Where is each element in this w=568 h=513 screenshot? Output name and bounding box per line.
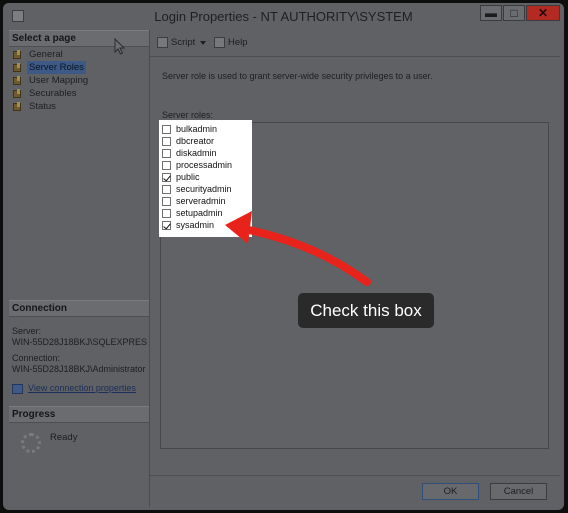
toolbar: Script Help — [150, 30, 560, 57]
role-item-bulkadmin[interactable]: bulkadmin — [162, 123, 252, 135]
connection-value: WIN-55D28J18BKJ\Administrator — [12, 364, 146, 374]
left-pane: Select a page General Server Roles User … — [9, 30, 150, 507]
progress-section: Progress Ready — [9, 406, 149, 463]
script-button[interactable]: Script — [157, 37, 207, 48]
role-item-public[interactable]: public — [162, 171, 252, 183]
role-checkbox[interactable] — [162, 196, 171, 206]
server-value: WIN-55D28J18BKJ\SQLEXPRES — [12, 337, 148, 347]
ok-button[interactable]: OK — [422, 483, 479, 500]
progress-header: Progress — [9, 406, 149, 423]
role-checkbox[interactable] — [162, 124, 171, 134]
role-item-diskadmin[interactable]: diskadmin — [162, 147, 252, 159]
role-checkbox[interactable] — [162, 220, 171, 230]
wrench-icon — [12, 62, 23, 73]
select-page-header: Select a page — [9, 30, 149, 47]
role-label: sysadmin — [176, 220, 215, 230]
role-item-serveradmin[interactable]: serveradmin — [162, 195, 252, 207]
role-checkbox[interactable] — [162, 136, 171, 146]
help-button[interactable]: Help — [214, 37, 248, 48]
role-item-dbcreator[interactable]: dbcreator — [162, 135, 252, 147]
wrench-icon — [12, 49, 23, 60]
app-icon — [12, 10, 24, 22]
role-label: serveradmin — [176, 196, 226, 206]
mouse-pointer-icon — [114, 38, 126, 55]
role-label: processadmin — [176, 160, 233, 170]
page-item-server-roles[interactable]: Server Roles — [12, 61, 149, 74]
help-label: Help — [228, 37, 248, 48]
role-label: setupadmin — [176, 208, 223, 218]
dialog-window: Login Properties - NT AUTHORITY\SYSTEM ▬… — [3, 3, 564, 510]
role-checkbox[interactable] — [162, 172, 171, 182]
wrench-icon — [12, 88, 23, 99]
role-label: dbcreator — [176, 136, 215, 146]
role-label: diskadmin — [176, 148, 217, 158]
role-item-sysadmin[interactable]: sysadmin — [162, 219, 252, 231]
script-icon — [157, 37, 168, 48]
view-link-label: View connection properties — [28, 383, 136, 393]
role-checkbox[interactable] — [162, 160, 171, 170]
role-checkbox[interactable] — [162, 184, 171, 194]
close-button[interactable]: ✕ — [526, 5, 560, 21]
page-item-label: Status — [29, 101, 56, 112]
progress-status: Ready — [50, 432, 78, 443]
server-roles-label: Server roles: — [162, 110, 214, 120]
role-label: bulkadmin — [176, 124, 218, 134]
maximize-button[interactable]: □ — [503, 5, 525, 21]
page-item-general[interactable]: General — [12, 48, 149, 61]
role-item-setupadmin[interactable]: setupadmin — [162, 207, 252, 219]
minimize-button[interactable]: ▬ — [480, 5, 502, 21]
role-checkbox[interactable] — [162, 208, 171, 218]
chevron-down-icon[interactable] — [200, 40, 207, 45]
script-label: Script — [171, 37, 196, 48]
wrench-icon — [12, 101, 23, 112]
page-item-user-mapping[interactable]: User Mapping — [12, 74, 149, 87]
page-item-status[interactable]: Status — [12, 100, 149, 113]
window-title: Login Properties - NT AUTHORITY\SYSTEM — [154, 9, 413, 24]
annotation-callout: Check this box — [298, 293, 434, 328]
dialog-button-bar: OK Cancel — [150, 475, 560, 508]
page-item-label: Securables — [29, 88, 77, 99]
title-bar[interactable]: Login Properties - NT AUTHORITY\SYSTEM ▬… — [3, 3, 564, 29]
connection-section: Connection Server: WIN-55D28J18BKJ\SQLEX… — [9, 300, 149, 394]
page-list: General Server Roles User Mapping Secura… — [9, 47, 149, 113]
spinner-icon — [21, 433, 41, 453]
view-connection-properties-link[interactable]: View connection properties — [12, 383, 149, 394]
role-item-processadmin[interactable]: processadmin — [162, 159, 252, 171]
role-checkbox[interactable] — [162, 148, 171, 158]
connection-label: Connection: — [12, 353, 61, 363]
description-text: Server role is used to grant server-wide… — [162, 71, 433, 81]
page-item-label: Server Roles — [27, 61, 86, 74]
role-label: public — [176, 172, 200, 182]
cancel-button[interactable]: Cancel — [490, 483, 547, 500]
properties-icon — [12, 383, 23, 394]
server-roles-list: bulkadmin dbcreator diskadmin processadm… — [159, 120, 252, 237]
help-icon — [214, 37, 225, 48]
page-item-label: General — [29, 49, 63, 60]
main-panel: Script Help Server role is used to grant… — [150, 30, 560, 475]
role-label: securityadmin — [176, 184, 232, 194]
wrench-icon — [12, 75, 23, 86]
connection-header: Connection — [9, 300, 149, 317]
page-item-label: User Mapping — [29, 75, 89, 86]
page-item-securables[interactable]: Securables — [12, 87, 149, 100]
server-label: Server: — [12, 326, 42, 336]
role-item-securityadmin[interactable]: securityadmin — [162, 183, 252, 195]
